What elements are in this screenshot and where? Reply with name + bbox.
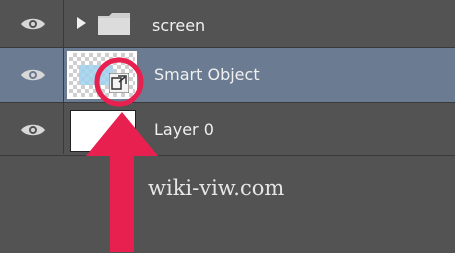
folder-icon — [98, 13, 130, 35]
layer-row-screen[interactable]: screen — [0, 0, 455, 48]
highlight-circle-icon — [94, 57, 144, 107]
layer-name: screen — [152, 16, 206, 35]
layer-name: Smart Object — [154, 65, 260, 84]
layer-row-layer-0[interactable]: Layer 0 — [0, 103, 455, 156]
layer-row-smart-object[interactable]: Smart Object — [0, 48, 455, 103]
layers-panel: screen Smart Object Layer 0 wiki-viw.com — [0, 0, 455, 253]
visibility-column-divider — [0, 0, 64, 154]
layer-name: Layer 0 — [154, 120, 214, 139]
watermark-text: wiki-viw.com — [148, 176, 285, 200]
caret-right-icon[interactable] — [77, 17, 86, 29]
